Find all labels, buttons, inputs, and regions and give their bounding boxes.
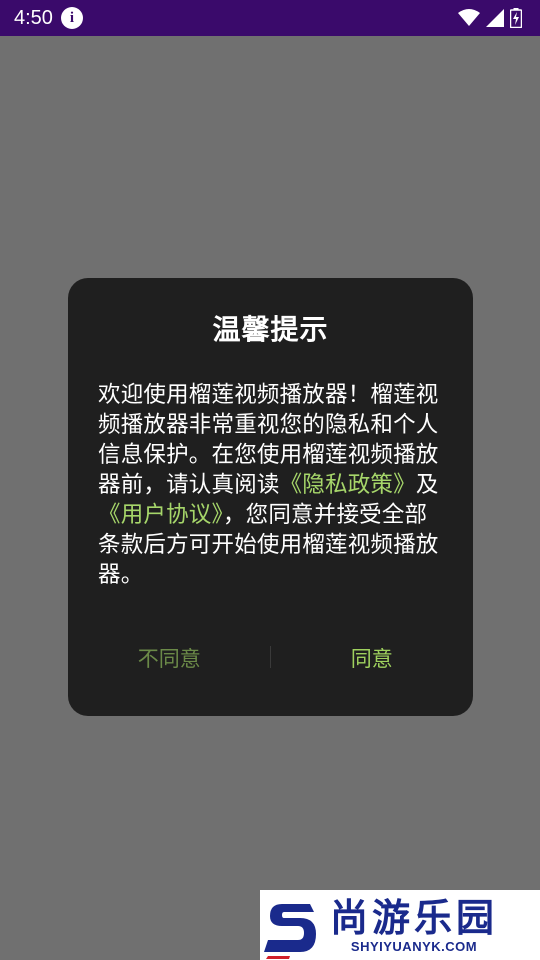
cell-signal-icon [486, 9, 504, 27]
wifi-icon [458, 9, 480, 26]
status-time: 4:50 [14, 6, 53, 29]
watermark-brand-cn: 尚游乐园 [330, 895, 499, 940]
watermark: 尚游乐园 SHYIYUANYK.COM [260, 890, 540, 960]
dialog-body: 欢迎使用榴莲视频播放器！榴莲视频播放器非常重视您的隐私和个人信息保护。在您使用榴… [98, 380, 443, 590]
status-left: 4:50 i [14, 7, 83, 30]
button-divider [270, 646, 271, 668]
user-agreement-link[interactable]: 《用户协议》 [98, 502, 223, 528]
info-icon: i [60, 7, 83, 29]
status-bar: 4:50 i [0, 0, 540, 36]
watermark-brand-en: SHYIYUANYK.COM [350, 938, 478, 954]
agree-button[interactable]: 同意 [271, 643, 474, 673]
consent-dialog: 温馨提示 欢迎使用榴莲视频播放器！榴莲视频播放器非常重视您的隐私和个人信息保护。… [68, 278, 473, 716]
battery-icon [510, 8, 522, 28]
privacy-policy-link[interactable]: 《隐私政策》 [280, 472, 416, 498]
disagree-button[interactable]: 不同意 [68, 643, 271, 673]
body-text-and: 及 [415, 472, 439, 498]
status-right [458, 8, 522, 28]
dialog-title: 温馨提示 [212, 313, 329, 346]
brand-logo-icon [264, 904, 316, 959]
dialog-buttons: 不同意 同意 [68, 638, 473, 678]
watermark-text: 尚游乐园 SHYIYUANYK.COM [330, 897, 498, 954]
